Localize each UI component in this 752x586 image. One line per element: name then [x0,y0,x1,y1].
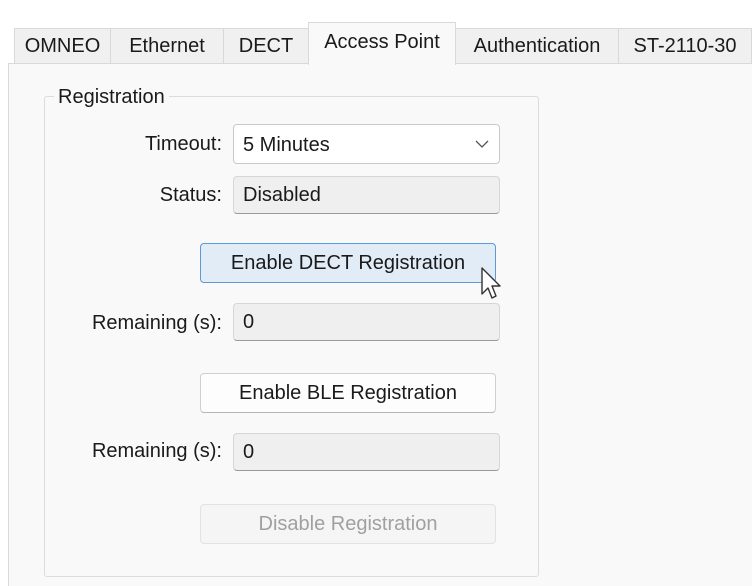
tab-strip: OMNEO Ethernet DECT Access Point Authent… [14,22,752,65]
dect-remaining-label: Remaining (s): [91,312,222,334]
ble-remaining-label: Remaining (s): [91,440,222,462]
status-label: Status: [159,184,222,206]
timeout-value: 5 Minutes [243,134,330,156]
tab-authentication[interactable]: Authentication [455,28,619,64]
ble-remaining-value: 0 [243,441,255,463]
dect-remaining-value: 0 [243,311,255,333]
tab-access-point[interactable]: Access Point [308,22,456,65]
tab-dect[interactable]: DECT [223,28,309,64]
timeout-dropdown[interactable]: 5 Minutes [233,124,500,164]
disable-registration-button[interactable]: Disable Registration [200,504,496,544]
registration-group-title: Registration [54,84,169,110]
tab-st-2110-30[interactable]: ST-2110-30 [618,28,752,64]
access-point-settings-page: OMNEO Ethernet DECT Access Point Authent… [0,0,752,586]
dect-remaining-field: 0 [233,303,500,341]
status-value: Disabled [243,184,321,206]
chevron-down-icon [475,140,489,148]
tab-ethernet[interactable]: Ethernet [110,28,224,64]
enable-ble-registration-button[interactable]: Enable BLE Registration [200,373,496,413]
timeout-label: Timeout: [144,133,222,155]
tab-omneo[interactable]: OMNEO [14,28,111,64]
status-field: Disabled [233,176,500,214]
enable-dect-registration-button[interactable]: Enable DECT Registration [200,243,496,283]
ble-remaining-field: 0 [233,433,500,471]
